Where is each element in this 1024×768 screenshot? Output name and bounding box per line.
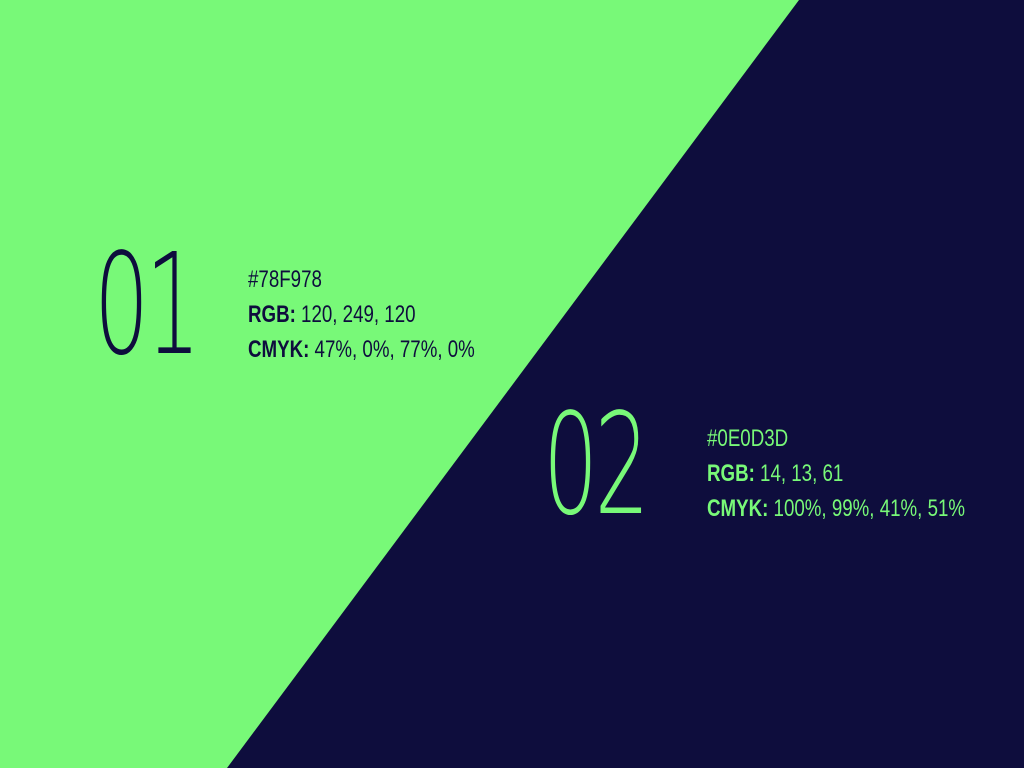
swatch-1-cmyk-value: 47%, 0%, 77%, 0% [314, 336, 475, 363]
swatch-2-info: #0E0D3D RGB: 14, 13, 61 CMYK: 100%, 99%,… [707, 421, 965, 526]
swatch-2-rgb: RGB: 14, 13, 61 [707, 456, 965, 491]
swatch-2-rgb-value: 14, 13, 61 [760, 460, 844, 487]
swatch-1-hex: #78F978 [248, 266, 322, 293]
swatch-2-number: 02 [543, 384, 650, 547]
swatch-2-cmyk: CMYK: 100%, 99%, 41%, 51% [707, 491, 965, 526]
swatch-1-info: #78F978 RGB: 120, 249, 120 CMYK: 47%, 0%… [248, 262, 475, 367]
swatch-1-rgb-value: 120, 249, 120 [301, 301, 416, 328]
swatch-1-cmyk: CMYK: 47%, 0%, 77%, 0% [248, 332, 475, 367]
swatch-1-rgb: RGB: 120, 249, 120 [248, 297, 475, 332]
swatch-2-hex: #0E0D3D [707, 425, 789, 452]
swatch-1-number: 01 [94, 224, 201, 387]
swatch-2-cmyk-value: 100%, 99%, 41%, 51% [773, 495, 966, 522]
swatch-1-rgb-label: RGB: [248, 301, 296, 328]
swatch-1-cmyk-label: CMYK: [248, 336, 310, 363]
swatch-2-cmyk-label: CMYK: [707, 495, 769, 522]
swatch-2-rgb-label: RGB: [707, 460, 755, 487]
